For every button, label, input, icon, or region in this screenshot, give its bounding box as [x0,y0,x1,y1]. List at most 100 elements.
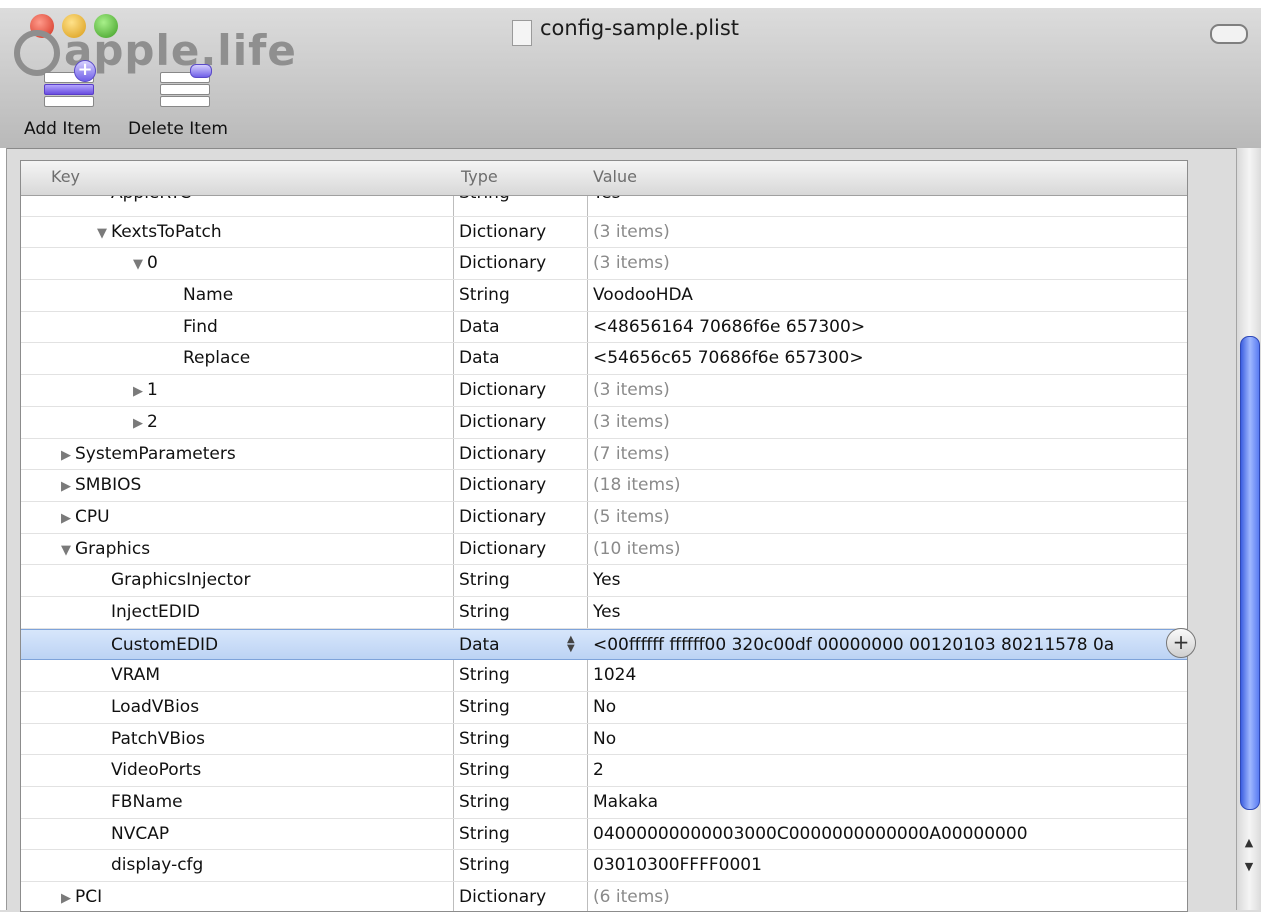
type-cell[interactable]: Dictionary [459,887,546,907]
type-cell[interactable]: String [459,855,510,875]
key-cell[interactable]: FBName [111,792,183,812]
disclosure-collapsed-icon[interactable]: ▶ [133,384,147,399]
table-row[interactable]: PatchVBios String No [21,724,1187,756]
type-cell[interactable]: Dictionary [459,222,546,242]
type-cell[interactable]: String [459,760,510,780]
table-row[interactable]: VideoPorts String 2 [21,755,1187,788]
type-cell[interactable]: Dictionary [459,475,546,495]
disclosure-collapsed-icon[interactable]: ▶ [61,511,75,526]
key-cell[interactable]: VideoPorts [111,760,201,780]
type-cell[interactable]: Dictionary [459,539,546,559]
type-cell[interactable]: String [459,285,510,305]
value-cell[interactable]: Yes [593,570,620,590]
type-cell[interactable]: Dictionary [459,507,546,527]
toolbar-toggle-button[interactable] [1210,24,1248,44]
header-value[interactable]: Value [593,167,637,186]
key-cell[interactable]: Name [183,285,233,305]
table-row[interactable]: CustomEDID Data ▲ ▼ <00ffffff ffffff00 320c0… [21,628,1187,661]
key-cell[interactable]: InjectEDID [111,602,200,622]
key-cell[interactable]: CustomEDID [111,635,218,655]
type-cell[interactable]: Dictionary [459,380,546,400]
value-cell[interactable]: 2 [593,760,604,780]
type-stepper-icon[interactable]: ▲ ▼ [567,634,575,653]
type-cell[interactable]: String [459,570,510,590]
key-cell[interactable]: ▶ 1 [133,380,158,400]
scroll-down-arrow-icon[interactable]: ▼ [1242,860,1256,873]
type-cell[interactable]: String [459,824,510,844]
value-cell[interactable]: 03010300FFFF0001 [593,855,762,875]
table-row[interactable]: display-cfg String 03010300FFFF0001 [21,850,1187,883]
value-cell[interactable]: No [593,697,616,717]
value-cell[interactable]: (7 items) [593,444,670,464]
type-cell[interactable]: Dictionary [459,412,546,432]
table-row[interactable]: ▶ 1 Dictionary (3 items) [21,375,1187,407]
table-row[interactable]: ▼ KextsToPatch Dictionary (3 items) [21,217,1187,249]
add-item-label[interactable]: Add Item [24,119,101,139]
value-cell[interactable]: (18 items) [593,475,681,495]
type-cell[interactable]: Data [459,635,500,655]
value-cell[interactable]: (3 items) [593,412,670,432]
table-row[interactable]: ▶ 2 Dictionary (3 items) [21,407,1187,439]
key-cell[interactable]: Replace [183,348,250,368]
table-row[interactable]: ▶ PCI Dictionary (6 items) [21,882,1187,911]
scrollbar-thumb[interactable] [1240,336,1260,810]
table-row[interactable]: FBName String Makaka [21,787,1187,819]
key-cell[interactable]: ▶ SystemParameters [61,444,236,464]
type-cell[interactable]: Data [459,317,500,337]
key-cell[interactable]: display-cfg [111,855,203,875]
table-row[interactable]: Replace Data <54656c65 70686f6e 657300> [21,343,1187,376]
key-cell[interactable]: Find [183,317,218,337]
value-cell[interactable]: <48656164 70686f6e 657300> [593,317,865,337]
key-cell[interactable]: ▼ 0 [133,253,158,273]
value-cell[interactable]: (3 items) [593,222,670,242]
type-cell[interactable]: String [459,697,510,717]
key-cell[interactable]: ▶ CPU [61,507,110,527]
key-cell[interactable]: ▼ Graphics [61,539,150,559]
value-cell[interactable]: 1024 [593,665,636,685]
delete-item-label[interactable]: Delete Item [128,119,228,139]
value-cell[interactable]: <54656c65 70686f6e 657300> [593,348,864,368]
header-type[interactable]: Type [461,167,498,186]
value-cell[interactable]: <00ffffff ffffff00 320c00df 00000000 001… [593,635,1183,655]
delete-item-button[interactable] [160,64,212,108]
disclosure-collapsed-icon[interactable]: ▶ [61,891,75,906]
value-cell[interactable]: (10 items) [593,539,681,559]
table-row[interactable]: GraphicsInjector String Yes [21,565,1187,597]
key-cell[interactable]: ▶ SMBIOS [61,475,141,495]
key-cell[interactable]: GraphicsInjector [111,570,250,590]
key-cell[interactable]: VRAM [111,665,160,685]
type-cell[interactable]: Data [459,348,500,368]
table-row[interactable]: ▶ CPU Dictionary (5 items) [21,502,1187,534]
key-cell[interactable]: ▼ KextsToPatch [97,222,222,242]
type-cell[interactable]: String [459,602,510,622]
type-cell[interactable]: String [459,665,510,685]
disclosure-collapsed-icon[interactable]: ▶ [133,416,147,431]
table-row[interactable]: VRAM String 1024 [21,660,1187,692]
key-cell[interactable]: ▶ PCI [61,887,102,907]
table-row[interactable]: Name String VoodooHDA [21,280,1187,312]
value-cell[interactable]: (3 items) [593,380,670,400]
type-cell[interactable]: Dictionary [459,253,546,273]
value-cell[interactable]: Makaka [593,792,658,812]
key-cell[interactable]: PatchVBios [111,729,205,749]
table-row[interactable]: NVCAP String 04000000000003000C00000000000… [21,819,1187,851]
table-row[interactable]: ▼ 0 Dictionary (3 items) [21,248,1187,281]
table-row[interactable]: Find Data <48656164 70686f6e 657300> [21,312,1187,344]
disclosure-expanded-icon[interactable]: ▼ [97,226,111,241]
value-cell[interactable]: (5 items) [593,507,670,527]
plist-outline-view[interactable]: AppleRTCStringYes▼KextsToPatchDictionary… [20,160,1188,912]
table-row[interactable]: InjectEDID String Yes [21,597,1187,629]
type-cell[interactable]: String [459,792,510,812]
value-cell[interactable]: 04000000000003000C0000000000000A00000000 [593,824,1028,844]
value-cell[interactable]: (6 items) [593,887,670,907]
value-cell[interactable]: Yes [593,602,620,622]
type-cell[interactable]: Dictionary [459,444,546,464]
header-key[interactable]: Key [51,167,80,186]
value-cell[interactable]: (3 items) [593,253,670,273]
table-row[interactable]: ▼ Graphics Dictionary (10 items) [21,534,1187,566]
value-cell[interactable]: VoodooHDA [593,285,693,305]
table-row[interactable]: ▶ SystemParameters Dictionary (7 items) [21,439,1187,471]
key-cell[interactable]: LoadVBios [111,697,199,717]
disclosure-collapsed-icon[interactable]: ▶ [61,479,75,494]
disclosure-expanded-icon[interactable]: ▼ [133,257,147,272]
